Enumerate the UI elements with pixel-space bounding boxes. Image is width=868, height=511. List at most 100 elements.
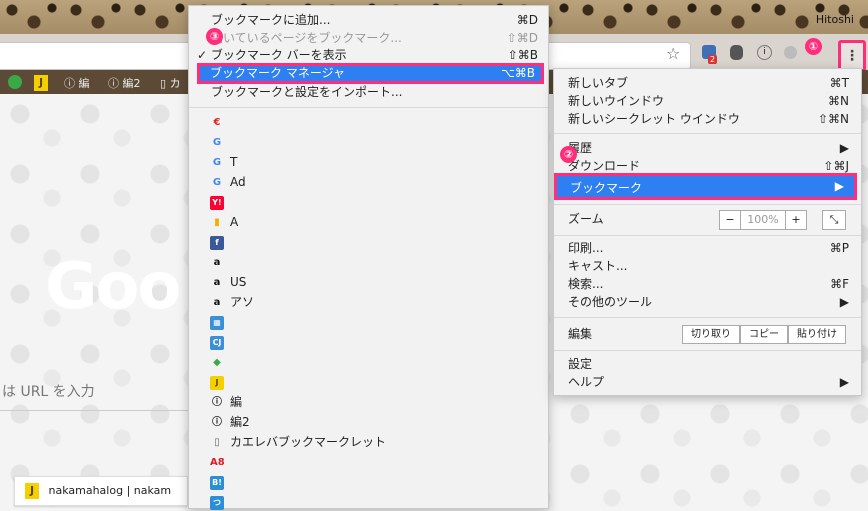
bookmark-label: US — [230, 275, 247, 289]
bookmarks-bar-item[interactable]: ▯ カ — [160, 75, 181, 91]
bookmark-entry[interactable]: a US — [210, 273, 247, 291]
bookmarks-bar-item[interactable]: ⓘ 編 — [64, 75, 90, 91]
zoom-out-button[interactable]: − — [719, 210, 741, 230]
zoom-level: 100% — [740, 210, 786, 230]
bookmarks-bar-item[interactable] — [8, 75, 28, 89]
bookmark-entry[interactable]: ⓘ 編 — [210, 393, 242, 411]
a8-icon: A8 — [210, 456, 225, 468]
bookmark-entry[interactable]: a — [210, 253, 230, 271]
bookmark-label: 編 — [230, 395, 243, 409]
import-bookmarks-item[interactable]: ブックマークと設定をインポート... — [189, 83, 548, 101]
new-incognito-item[interactable]: 新しいシークレット ウインドウ ⇧⌘N — [568, 110, 849, 128]
evernote-extension-icon[interactable] — [730, 45, 743, 60]
menu-divider — [554, 350, 861, 351]
bookmark-entry[interactable]: ◆ — [210, 353, 230, 371]
tile-label: nakamahalog | nakam — [48, 484, 172, 497]
amazon-icon: a — [213, 276, 221, 288]
page-icon: ▯ — [214, 436, 220, 448]
zoom-in-button[interactable]: + — [785, 210, 807, 230]
bookmark-entry[interactable]: € — [210, 113, 230, 131]
profile-name[interactable]: Hitoshi — [816, 13, 854, 26]
hatena-icon: B! — [210, 475, 224, 490]
menu-label: 検索... — [568, 277, 604, 291]
bookmark-entry[interactable]: ⓘ 編2 — [210, 413, 250, 431]
print-item[interactable]: 印刷... ⌘P — [568, 239, 849, 257]
menu-label: ヘルプ — [568, 375, 605, 389]
copy-button[interactable]: コピー — [740, 325, 788, 344]
menu-label: キャスト... — [568, 259, 628, 273]
bookmarks-bar-label: 編2 — [122, 77, 141, 90]
j-icon: J — [34, 75, 48, 91]
amazon-icon: a — [213, 256, 221, 268]
bookmarks-menu-item[interactable]: ブックマーク ▶ — [554, 173, 857, 200]
bookmarks-bar-label: カ — [169, 77, 181, 90]
history-item[interactable]: 履歴 ▶ — [568, 139, 849, 157]
find-item[interactable]: 検索... ⌘F — [568, 275, 849, 293]
menu-label: ダウンロード — [568, 159, 641, 173]
menu-shortcut: ⌘N — [828, 94, 849, 108]
menu-divider — [554, 235, 861, 236]
show-bookmarks-bar-item[interactable]: ✓ ブックマーク バーを表示 ⇧⌘B — [189, 46, 548, 64]
bookmark-entry[interactable]: A8 — [210, 453, 230, 471]
menu-divider — [554, 317, 861, 318]
menu-label: ✓ ブックマーク バーを表示 — [197, 48, 347, 62]
callout-1: ① — [805, 38, 822, 55]
menu-label: 設定 — [568, 357, 593, 371]
bookmark-entry[interactable]: ▦ — [210, 313, 230, 331]
bookmark-entry[interactable]: つ — [210, 493, 230, 511]
menu-shortcut: ⌘P — [829, 241, 849, 255]
cut-button[interactable]: 切り取り — [682, 325, 740, 344]
circle-i-icon: ⓘ — [64, 77, 75, 90]
new-window-item[interactable]: 新しいウインドウ ⌘N — [568, 92, 849, 110]
bookmark-entry[interactable]: f — [210, 233, 230, 251]
fullscreen-icon[interactable]: ⤡ — [822, 210, 846, 230]
menu-shortcut: ⌘T — [829, 76, 849, 90]
bookmark-label: A — [230, 215, 239, 229]
menu-label: ブックマークと設定をインポート... — [211, 85, 403, 99]
menu-divider — [189, 107, 548, 108]
analytics-icon: ▮ — [214, 216, 220, 228]
paste-button[interactable]: 貼り付け — [788, 325, 846, 344]
add-bookmark-item[interactable]: ブックマークに追加... ⌘D — [189, 11, 548, 29]
bookmark-entry[interactable]: G Ad — [210, 173, 246, 191]
menu-label: ズーム — [568, 212, 604, 226]
new-tab-item[interactable]: 新しいタブ ⌘T — [568, 74, 849, 92]
bookmarks-bar-item[interactable]: J — [34, 75, 48, 91]
more-tools-item[interactable]: その他のツール ▶ — [568, 293, 849, 311]
menu-label: 開いているページをブックマーク... — [211, 31, 402, 45]
bookmark-entry[interactable]: ▮ A — [210, 213, 238, 231]
circle-i-icon: ⓘ — [212, 416, 222, 428]
cast-item[interactable]: キャスト... — [568, 257, 849, 275]
menu-label: ブックマークに追加... — [211, 13, 331, 27]
help-item[interactable]: ヘルプ ▶ — [568, 373, 849, 391]
settings-item[interactable]: 設定 — [568, 355, 849, 373]
bookmark-entry[interactable]: J — [210, 373, 230, 391]
page-icon: ▯ — [160, 77, 167, 90]
google-icon: G — [212, 156, 222, 168]
bookmark-entry[interactable]: CJ — [210, 333, 230, 351]
bookmark-entry[interactable]: GT — [210, 153, 237, 171]
tsu-icon: つ — [210, 495, 224, 510]
bookmark-entry[interactable]: ▯ カエレバブックマークレット — [210, 433, 386, 451]
circle-i-icon: ⓘ — [212, 396, 222, 408]
j-icon: J — [25, 483, 39, 499]
search-input[interactable]: は URL を入力 — [0, 380, 190, 411]
bookmark-manager-item[interactable]: ブックマーク マネージャ ⌥⌘B — [197, 63, 544, 84]
bookmark-entry[interactable]: Y! — [210, 193, 230, 211]
facebook-icon: f — [210, 235, 224, 250]
grey-extension-icon[interactable] — [784, 46, 797, 59]
submenu-arrow-icon: ▶ — [834, 179, 844, 193]
bookmark-label: Ad — [230, 175, 246, 189]
bookmark-open-pages-item[interactable]: 開いているページをブックマーク... ⇧⌘D — [189, 29, 548, 47]
bookmark-star-icon[interactable]: ☆ — [666, 44, 680, 63]
most-visited-tile[interactable]: J nakamahalog | nakam — [14, 476, 188, 506]
bookmarks-bar-label: 編 — [78, 77, 90, 90]
bookmark-entry[interactable]: G — [210, 133, 230, 151]
submenu-arrow-icon: ▶ — [839, 141, 849, 155]
menu-label: ブックマーク — [570, 181, 643, 195]
green-leaf-icon — [8, 75, 22, 89]
bookmarks-bar-item[interactable]: ⓘ 編2 — [108, 75, 141, 91]
bookmark-entry[interactable]: B! — [210, 473, 230, 491]
bookmark-entry[interactable]: a アソ — [210, 293, 254, 311]
circle-i-extension-icon[interactable]: i — [757, 45, 772, 60]
